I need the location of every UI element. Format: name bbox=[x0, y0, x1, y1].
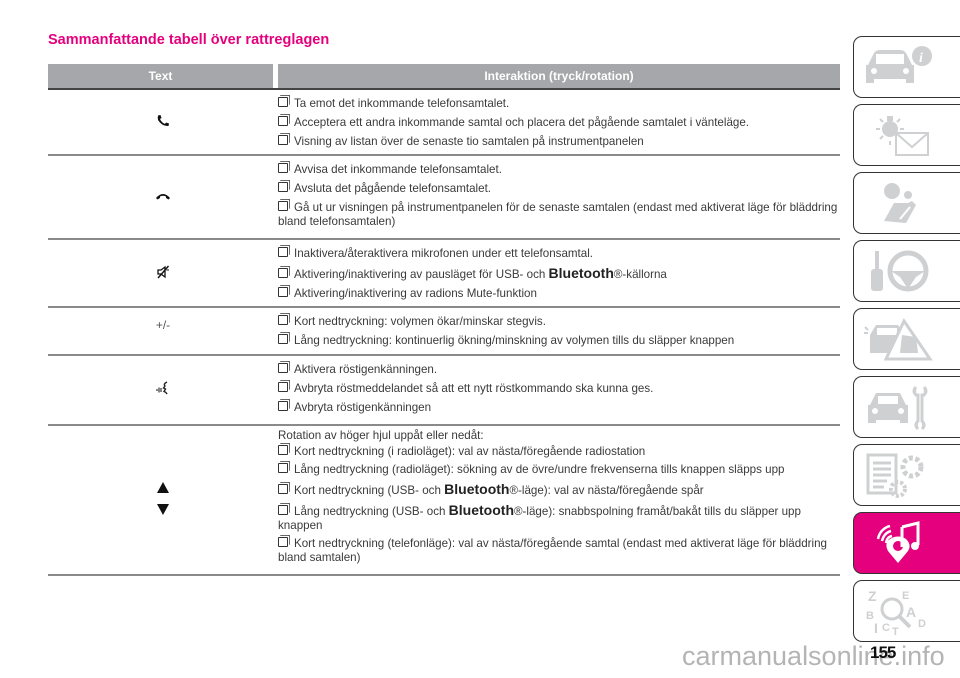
car-breakdown-warning-icon bbox=[864, 317, 933, 361]
car-info-icon: i bbox=[866, 46, 932, 83]
multimedia-music-icon bbox=[876, 521, 920, 563]
table-row: Rotation av höger hjul uppåt eller nedåt… bbox=[48, 426, 840, 576]
checkbox-bullet-icon bbox=[278, 463, 288, 473]
checkbox-bullet-icon bbox=[278, 247, 288, 257]
tab-safety[interactable] bbox=[853, 172, 960, 234]
list-item: Aktivering/inaktivering av pausläget för… bbox=[278, 266, 840, 282]
phone-answer-icon bbox=[156, 114, 170, 131]
tab-index[interactable]: Z E B AD ICT bbox=[853, 580, 960, 642]
list-item: Visning av listan över de senaste tio sa… bbox=[278, 135, 840, 149]
svg-text:A: A bbox=[906, 604, 916, 620]
checkbox-bullet-icon bbox=[278, 135, 288, 145]
svg-text:C: C bbox=[882, 622, 890, 634]
list-item: Gå ut ur visningen på instrumentpanelen … bbox=[278, 201, 838, 228]
volume-control-label: +/- bbox=[155, 318, 171, 332]
list-item: Kort nedtryckning (telefonläge): val av … bbox=[278, 537, 827, 564]
tab-emergency[interactable] bbox=[853, 308, 960, 370]
table-row: Aktivera röstigenkänningen. Avbryta röst… bbox=[48, 356, 840, 426]
table-row: +/- Kort nedtryckning: volymen ökar/mins… bbox=[48, 308, 840, 356]
bluetooth-brand: Bluetooth bbox=[444, 481, 510, 497]
svg-text:i: i bbox=[919, 51, 923, 66]
list-item: Avbryta röstigenkänningen bbox=[278, 401, 840, 415]
list-item: Aktivera röstigenkänningen. bbox=[278, 363, 840, 377]
svg-text:D: D bbox=[918, 618, 926, 630]
list-item: Aktivering/inaktivering av radions Mute-… bbox=[278, 287, 840, 301]
list-item: Ta emot det inkommande telefonsamtalet. bbox=[278, 97, 840, 111]
checkbox-bullet-icon bbox=[278, 334, 288, 344]
list-item: Avbryta röstmeddelandet så att ett nytt … bbox=[278, 382, 840, 396]
tab-multimedia[interactable] bbox=[853, 512, 960, 574]
rotation-intro: Rotation av höger hjul uppåt eller nedåt… bbox=[278, 429, 484, 442]
svg-text:Z: Z bbox=[868, 588, 877, 604]
bluetooth-brand: Bluetooth bbox=[548, 265, 614, 281]
checkbox-bullet-icon bbox=[278, 315, 288, 325]
list-item: Lång nedtryckning (radioläget): sökning … bbox=[278, 463, 840, 477]
table-row: Avvisa det inkommande telefonsamtalet. A… bbox=[48, 156, 840, 240]
list-item: Inaktivera/återaktivera mikrofonen under… bbox=[278, 247, 840, 261]
checkbox-bullet-icon bbox=[278, 484, 288, 494]
tab-warning-lights[interactable] bbox=[853, 104, 960, 166]
svg-text:I: I bbox=[874, 620, 878, 635]
controls-table: Text Interaktion (tryck/rotation) Ta emo… bbox=[48, 64, 840, 576]
table-header: Text Interaktion (tryck/rotation) bbox=[48, 64, 840, 90]
svg-text:T: T bbox=[892, 626, 899, 635]
checkbox-bullet-icon bbox=[278, 382, 288, 392]
page-title: Sammanfattande tabell över rattreglagen bbox=[48, 32, 330, 48]
phone-hangup-icon bbox=[155, 190, 171, 204]
up-down-arrows-icon bbox=[156, 480, 170, 521]
bluetooth-brand: Bluetooth bbox=[448, 502, 514, 518]
tab-starting-driving[interactable] bbox=[853, 240, 960, 302]
warning-light-message-icon bbox=[876, 116, 929, 156]
svg-text:B: B bbox=[866, 610, 874, 622]
checkbox-bullet-icon bbox=[278, 116, 288, 126]
specifications-gears-icon bbox=[866, 453, 924, 498]
alphabetical-index-search-icon: Z E B AD I C T bbox=[866, 588, 926, 635]
mute-icon bbox=[156, 265, 170, 282]
airbag-seat-icon bbox=[884, 183, 916, 223]
table-row: Inaktivera/återaktivera mikrofonen under… bbox=[48, 240, 840, 308]
table-row: Ta emot det inkommande telefonsamtalet. … bbox=[48, 90, 840, 156]
tab-car-info[interactable]: i bbox=[853, 36, 960, 98]
list-item: Acceptera ett andra inkommande samtal oc… bbox=[278, 116, 840, 130]
list-item: Kort nedtryckning (USB- och Bluetooth®-l… bbox=[278, 482, 840, 498]
checkbox-bullet-icon bbox=[278, 287, 288, 297]
checkbox-bullet-icon bbox=[278, 537, 288, 547]
key-steering-wheel-icon bbox=[871, 250, 929, 292]
checkbox-bullet-icon bbox=[278, 201, 288, 211]
list-item: Avsluta det pågående telefonsamtalet. bbox=[278, 182, 840, 196]
checkbox-bullet-icon bbox=[278, 363, 288, 373]
chapter-tabs: i Z E B AD ICT bbox=[853, 36, 960, 648]
list-item: Kort nedtryckning: volymen ökar/minskar … bbox=[278, 315, 840, 329]
checkbox-bullet-icon bbox=[278, 97, 288, 107]
checkbox-bullet-icon bbox=[278, 401, 288, 411]
checkbox-bullet-icon bbox=[278, 163, 288, 173]
list-item: Kort nedtryckning (i radioläget): val av… bbox=[278, 445, 840, 459]
list-item: Avvisa det inkommande telefonsamtalet. bbox=[278, 163, 840, 177]
checkbox-bullet-icon bbox=[278, 445, 288, 455]
page-number: 155 bbox=[870, 643, 896, 662]
checkbox-bullet-icon bbox=[278, 182, 288, 192]
svg-text:E: E bbox=[902, 590, 909, 602]
column-header-text: Text bbox=[48, 64, 273, 88]
car-maintenance-wrench-icon bbox=[868, 385, 928, 431]
watermark: carmanualsonline.info bbox=[682, 641, 945, 671]
list-item: Lång nedtryckning (USB- och Bluetooth®-l… bbox=[278, 502, 801, 532]
voice-recognition-icon bbox=[155, 380, 171, 400]
checkbox-bullet-icon bbox=[278, 268, 288, 278]
column-header-interaction: Interaktion (tryck/rotation) bbox=[278, 64, 840, 88]
tab-maintenance[interactable] bbox=[853, 376, 960, 438]
list-item: Lång nedtryckning: kontinuerlig ökning/m… bbox=[278, 334, 840, 348]
checkbox-bullet-icon bbox=[278, 505, 288, 515]
tab-technical-data[interactable] bbox=[853, 444, 960, 506]
